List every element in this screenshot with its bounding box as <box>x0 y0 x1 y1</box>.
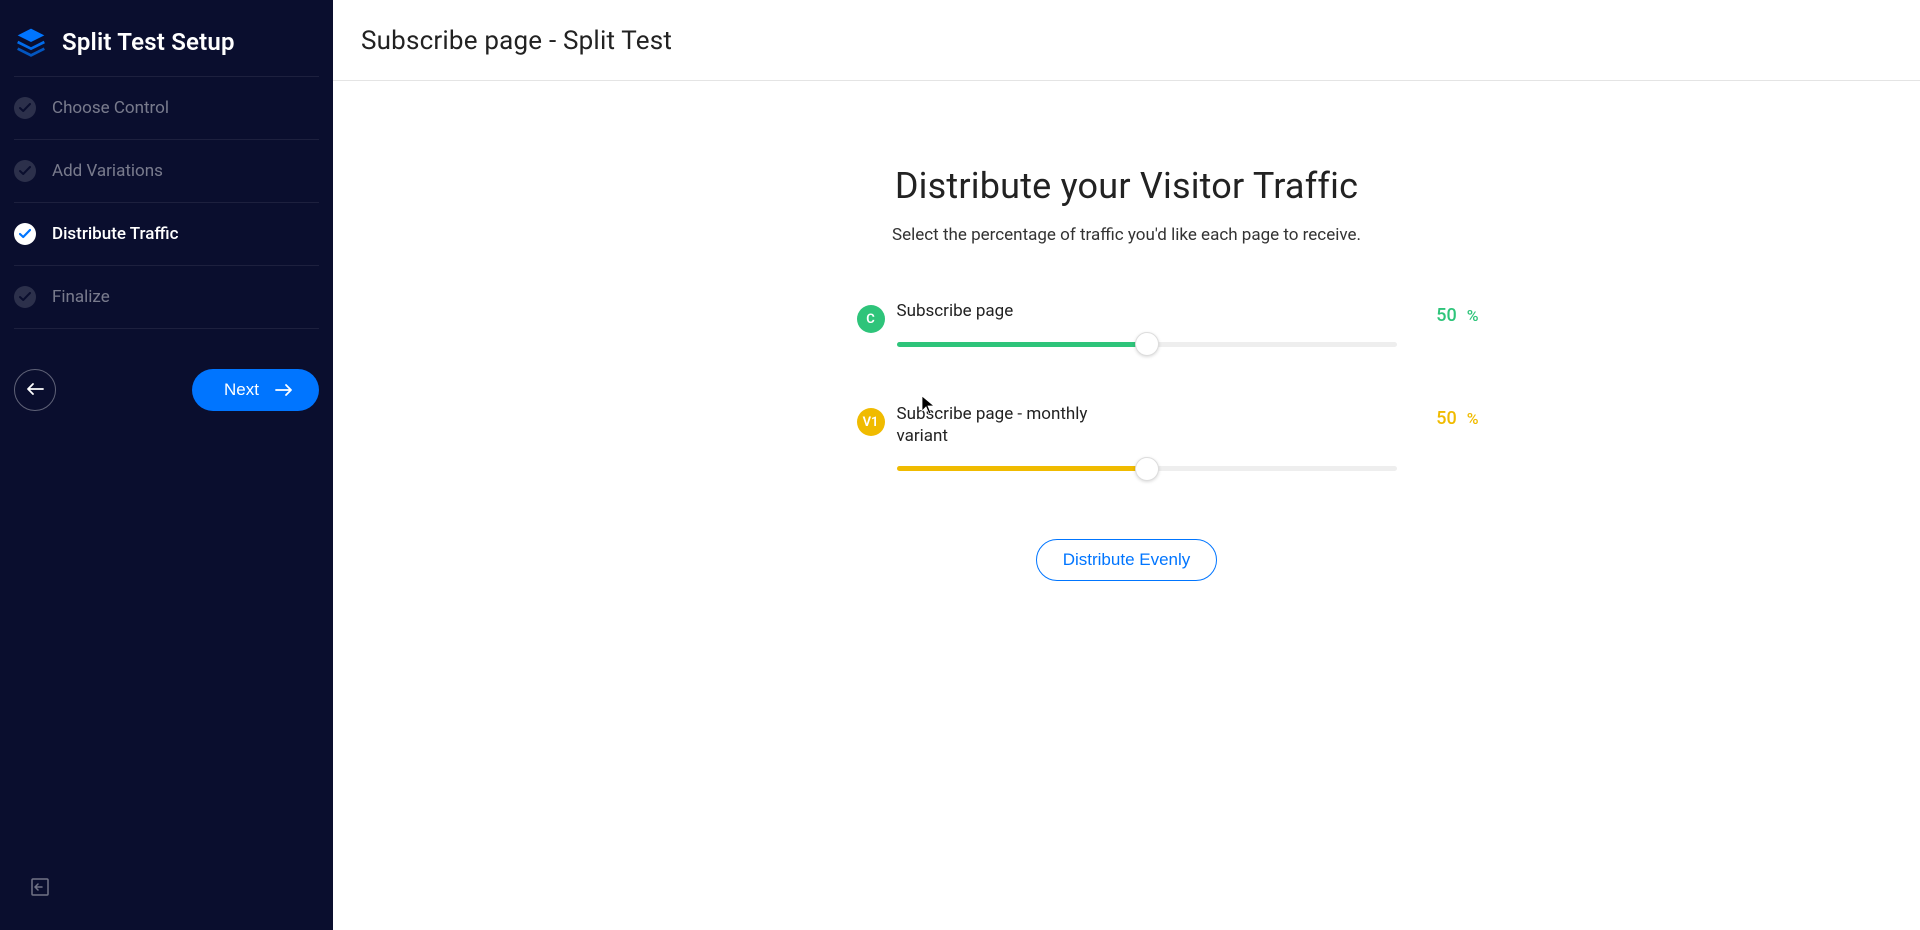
step-label: Choose Control <box>52 98 169 118</box>
variant-percent: 50 <box>1436 408 1456 429</box>
back-button[interactable] <box>14 369 56 411</box>
variant-row: V1 Subscribe page - monthly variant 50 % <box>857 404 1397 481</box>
variant-body: Subscribe page <box>897 301 1397 356</box>
slider-thumb[interactable] <box>1135 457 1159 481</box>
step-label: Add Variations <box>52 161 163 181</box>
content-subtitle: Select the percentage of traffic you'd l… <box>892 225 1361 245</box>
traffic-slider[interactable] <box>897 457 1397 481</box>
exit-icon <box>30 885 50 900</box>
percent-symbol: % <box>1467 306 1479 325</box>
step-distribute-traffic[interactable]: Distribute Traffic <box>14 203 319 266</box>
variant-badge: C <box>857 305 885 333</box>
step-label: Finalize <box>52 287 110 307</box>
variant-value: 50 % <box>1436 408 1478 429</box>
variant-value: 50 % <box>1436 305 1478 326</box>
content-title: Distribute your Visitor Traffic <box>895 165 1358 207</box>
variant-name: Subscribe page - monthly variant <box>897 404 1097 447</box>
distribute-evenly-button[interactable]: Distribute Evenly <box>1036 539 1218 581</box>
variant-row: C Subscribe page 50 % <box>857 301 1397 356</box>
steps-list: Choose Control Add Variations Distribute… <box>0 76 333 329</box>
variant-name: Subscribe page <box>897 301 1097 322</box>
slider-thumb[interactable] <box>1135 332 1159 356</box>
next-button[interactable]: Next <box>192 369 319 411</box>
exit-button[interactable] <box>30 877 50 900</box>
arrow-left-icon <box>26 382 44 399</box>
step-add-variations[interactable]: Add Variations <box>14 140 319 203</box>
app-title: Split Test Setup <box>62 28 235 56</box>
step-choose-control[interactable]: Choose Control <box>14 76 319 140</box>
variant-badge: V1 <box>857 408 885 436</box>
sidebar: Split Test Setup Choose Control Add Vari… <box>0 0 333 930</box>
arrow-right-icon <box>275 383 293 397</box>
step-finalize[interactable]: Finalize <box>14 266 319 329</box>
slider-fill <box>897 466 1147 471</box>
variant-body: Subscribe page - monthly variant <box>897 404 1397 481</box>
layers-icon <box>14 26 48 58</box>
step-label: Distribute Traffic <box>52 224 179 244</box>
percent-symbol: % <box>1467 409 1479 428</box>
variant-percent: 50 <box>1436 305 1456 326</box>
check-icon <box>14 286 36 308</box>
check-icon <box>14 223 36 245</box>
next-button-label: Next <box>224 380 259 400</box>
check-icon <box>14 97 36 119</box>
content: Distribute your Visitor Traffic Select t… <box>333 81 1920 930</box>
page-title: Subscribe page - Split Test <box>361 26 1892 56</box>
traffic-slider[interactable] <box>897 332 1397 356</box>
slider-fill <box>897 342 1147 347</box>
main: Subscribe page - Split Test Distribute y… <box>333 0 1920 930</box>
check-icon <box>14 160 36 182</box>
main-header: Subscribe page - Split Test <box>333 0 1920 81</box>
variants-list: C Subscribe page 50 % V1 Subscribe page … <box>857 301 1397 481</box>
sidebar-header: Split Test Setup <box>0 18 333 76</box>
nav-row: Next <box>0 329 333 411</box>
